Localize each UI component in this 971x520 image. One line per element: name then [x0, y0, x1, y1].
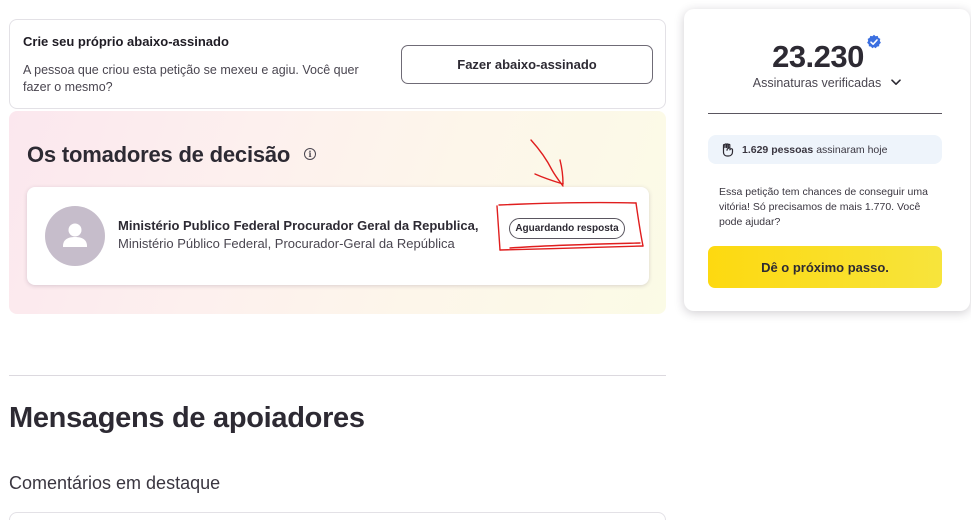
next-step-button[interactable]: Dê o próximo passo. [708, 246, 942, 288]
create-petition-button[interactable]: Fazer abaixo-assinado [401, 45, 653, 84]
person-icon [63, 223, 87, 247]
decision-makers-title: Os tomadores de decisão [27, 142, 291, 167]
status-badge: Aguardando resposta [509, 218, 625, 239]
create-petition-card: Crie seu próprio abaixo-assinado A pesso… [9, 19, 666, 109]
sidebar-divider [708, 113, 942, 114]
verified-signatures-label: Assinaturas verificadas [752, 76, 882, 90]
decision-maker-name: Ministério Publico Federal Procurador Ge… [118, 218, 479, 233]
verified-signatures-toggle[interactable]: Assinaturas verificadas [684, 76, 970, 90]
petition-page: Crie seu próprio abaixo-assinado A pesso… [0, 0, 971, 520]
decision-makers-section: Os tomadores de decisão i Ministério Pub… [9, 111, 666, 314]
signature-sidebar: 23.230 Assinaturas verificadas 1.629 pes… [684, 9, 970, 311]
create-petition-description: A pessoa que criou esta petição se mexeu… [23, 63, 359, 94]
info-icon[interactable]: i [304, 148, 316, 160]
create-petition-title: Crie seu próprio abaixo-assinado [23, 34, 229, 49]
victory-chance-text: Essa petição tem chances de conseguir um… [719, 186, 928, 228]
avatar [45, 206, 105, 266]
signed-today-count: 1.629 pessoas [742, 143, 814, 156]
decision-maker-role: Ministério Público Federal, Procurador-G… [118, 236, 455, 251]
verified-badge-icon [867, 34, 881, 49]
signed-today-suffix: assinaram hoje [816, 143, 888, 156]
section-divider [9, 375, 666, 376]
signature-count: 23.230 [772, 39, 864, 74]
decision-maker-card[interactable]: Ministério Publico Federal Procurador Ge… [27, 187, 649, 285]
signed-today-pill: 1.629 pessoas assinaram hoje [708, 135, 942, 164]
featured-comments-label: Comentários em destaque [9, 473, 221, 493]
chevron-down-icon [891, 78, 902, 85]
raised-fist-icon [722, 142, 734, 157]
signature-count-row: 23.230 [684, 34, 970, 75]
supporters-title: Mensagens de apoiadores [9, 402, 365, 434]
comment-card [9, 512, 666, 520]
